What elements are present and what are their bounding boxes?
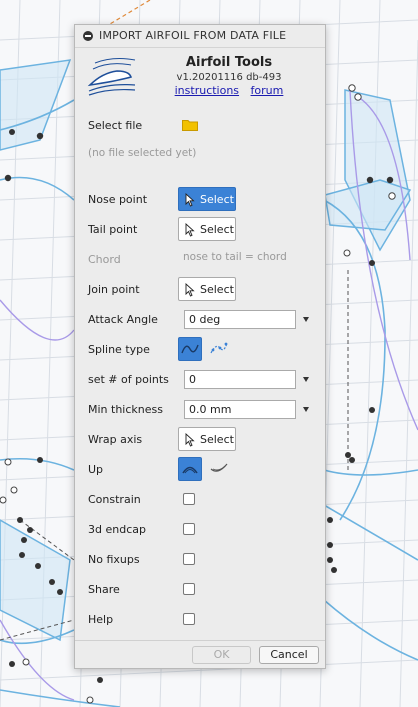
up-label: Up [88,463,104,476]
chord-hint: nose to tail = chord [183,251,287,263]
file-status: (no file selected yet) [88,147,197,159]
help-label: Help [88,613,114,626]
chord-label: Chord [88,253,121,266]
spline-type-label: Spline type [88,343,150,356]
control-points-icon [210,342,228,354]
instructions-link[interactable]: instructions [175,84,239,97]
select-file-label: Select file [88,119,143,132]
wrap-axis-label: Wrap axis [88,433,143,446]
wrap-axis-select-button[interactable]: Select [178,427,236,451]
tail-point-label: Tail point [88,223,138,236]
attack-angle-label: Attack Angle [88,313,158,326]
import-airfoil-dialog: IMPORT AIRFOIL FROM DATA FILE Airfoil To… [74,24,326,669]
dialog-titlebar[interactable]: IMPORT AIRFOIL FROM DATA FILE [75,25,325,48]
min-thickness-input[interactable]: 0.0 mm [184,400,309,419]
constrain-checkbox[interactable] [183,493,195,505]
tail-point-select-button[interactable]: Select [178,217,236,241]
nose-point-select-button[interactable]: Select [178,187,236,211]
dropdown-arrow-icon[interactable] [303,317,309,322]
help-checkbox[interactable] [183,613,195,625]
share-label: Share [88,583,120,596]
cursor-icon [185,193,195,207]
nose-point-label: Nose point [88,193,148,206]
points-count-label: set # of points [88,373,169,386]
dropdown-arrow-icon[interactable] [303,407,309,412]
spline-curve-icon [181,344,199,354]
dialog-title: IMPORT AIRFOIL FROM DATA FILE [99,29,287,42]
dropdown-arrow-icon[interactable] [303,377,309,382]
collapse-icon[interactable] [83,31,93,41]
cursor-icon [185,433,195,447]
version-label: v1.20201116 db-493 [176,72,282,83]
cursor-icon [185,223,195,237]
no-fixups-label: No fixups [88,553,140,566]
min-thickness-value: 0.0 mm [189,403,232,416]
forum-link[interactable]: forum [251,84,284,97]
brand-block: Airfoil Tools v1.20201116 db-493 instruc… [139,55,319,97]
arc-up-option[interactable] [178,457,202,481]
attack-angle-value: 0 deg [189,313,221,326]
share-checkbox[interactable] [183,583,195,595]
join-point-select-button[interactable]: Select [178,277,236,301]
select-label: Select [200,433,234,446]
join-point-label: Join point [88,283,140,296]
airfoil-logo-icon [87,58,136,96]
points-count-input[interactable]: 0 [184,370,309,389]
cursor-icon [185,283,195,297]
arc-up-icon [182,466,198,474]
spline-curve-option[interactable] [178,337,202,361]
ok-button[interactable]: OK [192,646,251,664]
select-label: Select [200,193,234,206]
constrain-label: Constrain [88,493,141,506]
arc-down-icon [210,463,228,472]
control-points-option[interactable] [208,337,232,361]
endcap-label: 3d endcap [88,523,146,536]
dialog-footer: OK Cancel [75,640,325,669]
attack-angle-input[interactable]: 0 deg [184,310,309,329]
arc-down-option[interactable] [208,457,232,481]
select-label: Select [200,223,234,236]
no-fixups-checkbox[interactable] [183,553,195,565]
endcap-checkbox[interactable] [183,523,195,535]
brand-name: Airfoil Tools [185,55,273,70]
min-thickness-label: Min thickness [88,403,163,416]
select-label: Select [200,283,234,296]
folder-icon[interactable] [182,119,198,131]
cancel-button[interactable]: Cancel [259,646,319,664]
points-count-value: 0 [189,373,196,386]
